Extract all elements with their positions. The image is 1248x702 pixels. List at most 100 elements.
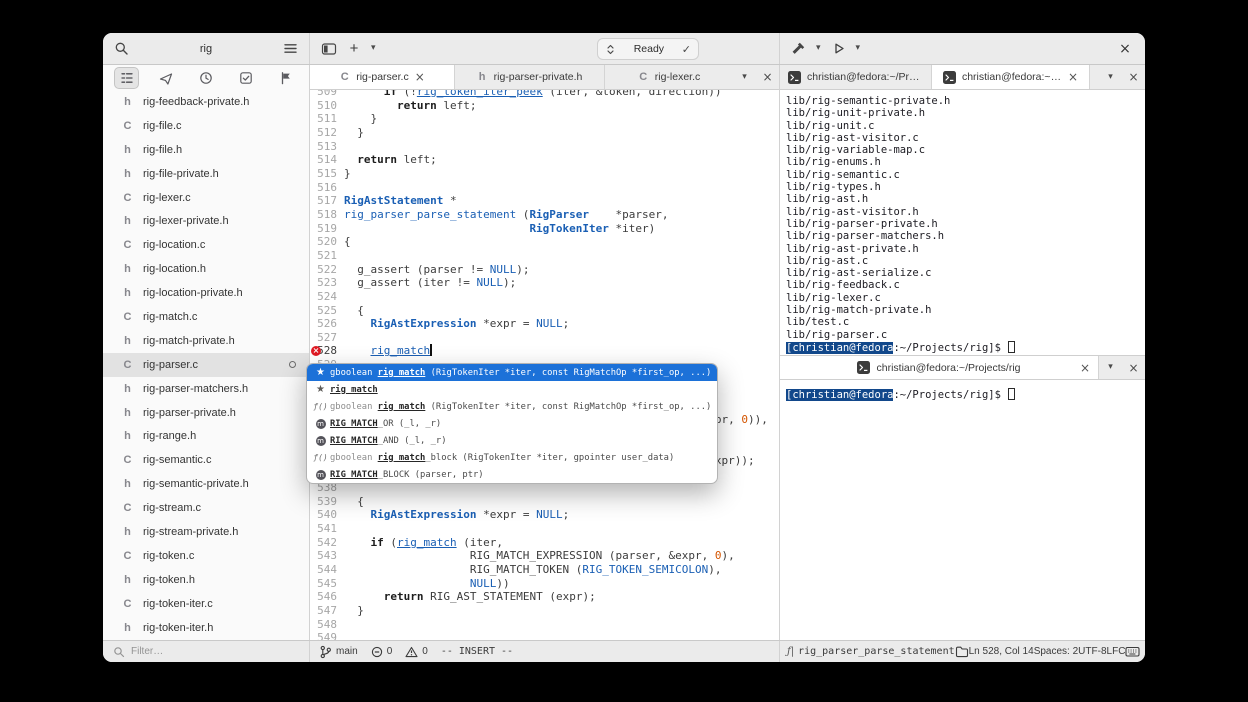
error-counter[interactable]: 0	[371, 646, 392, 658]
code-line[interactable]: 513	[310, 140, 779, 154]
folder-icon[interactable]	[955, 645, 969, 658]
tab-close-icon[interactable]: ×	[1080, 361, 1090, 375]
code-line[interactable]: 519 RigTokenIter *iter)	[310, 222, 779, 236]
search-text[interactable]: rig	[138, 43, 274, 55]
file-item[interactable]: h rig-location.h	[103, 257, 309, 281]
keyboard-icon[interactable]	[1125, 645, 1140, 658]
tab-close-icon[interactable]: ×	[415, 70, 425, 84]
file-item[interactable]: h rig-match-private.h	[103, 329, 309, 353]
file-item[interactable]: h rig-location-private.h	[103, 281, 309, 305]
filter-input[interactable]: Filter…	[103, 641, 310, 662]
terminal-top[interactable]: lib/rig-semantic-private.h lib/rig-unit-p…	[780, 90, 1145, 355]
file-item[interactable]: h rig-file.h	[103, 138, 309, 162]
file-item[interactable]: h rig-parser-private.h	[103, 401, 309, 425]
file-item[interactable]: h rig-parser-matchers.h	[103, 377, 309, 401]
file-item[interactable]: Crig-stream.c	[103, 496, 309, 520]
code-line[interactable]: 539 {	[310, 495, 779, 509]
panel-close-icon[interactable]: ×	[1122, 65, 1145, 89]
warning-counter[interactable]: 0	[405, 646, 428, 658]
code-line[interactable]: 514 return left;	[310, 153, 779, 167]
file-item[interactable]: h rig-semantic-private.h	[103, 472, 309, 496]
tab-list-dropdown-icon[interactable]: ▾	[1099, 356, 1122, 379]
file-item[interactable]: h rig-feedback-private.h	[103, 90, 309, 114]
cursor-position[interactable]: Ln 528, Col 14	[969, 646, 1034, 657]
file-item[interactable]: h rig-file-private.h	[103, 162, 309, 186]
code-line[interactable]: 540 RigAstExpression *expr = NULL;	[310, 508, 779, 522]
build-dropdown-icon[interactable]: ▾	[816, 44, 821, 53]
tests-icon[interactable]	[234, 68, 257, 88]
code-line[interactable]: 541	[310, 522, 779, 536]
completion-item[interactable]: ★ gboolean rig_match (RigTokenIter *iter,…	[307, 364, 717, 381]
code-line[interactable]: 525 {	[310, 304, 779, 318]
code-line[interactable]: 527	[310, 331, 779, 345]
panel-toggle-icon[interactable]	[320, 40, 337, 57]
file-item[interactable]: h rig-token-iter.h	[103, 616, 309, 640]
new-tab-button[interactable]: +	[346, 40, 362, 57]
search-icon[interactable]	[113, 40, 130, 57]
file-item[interactable]: Crig-lexer.c	[103, 186, 309, 210]
code-line[interactable]: 546 return RIG_AST_STATEMENT (expr);	[310, 590, 779, 604]
code-line[interactable]: 522 g_assert (parser != NULL);	[310, 263, 779, 277]
tab-close-icon[interactable]: ×	[1068, 70, 1078, 84]
file-item[interactable]: h rig-range.h	[103, 424, 309, 448]
code-line[interactable]: × 528 rig_match	[310, 344, 779, 358]
run-icon[interactable]	[830, 40, 847, 57]
run-dropdown-icon[interactable]: ▾	[856, 44, 861, 53]
code-line[interactable]: 520 {	[310, 235, 779, 249]
code-line[interactable]: 547 }	[310, 604, 779, 618]
indentation-setting[interactable]: Spaces: 2	[1034, 646, 1078, 657]
line-ending-setting[interactable]: LF	[1107, 646, 1119, 657]
completion-item[interactable]: ★ rig_match	[307, 381, 717, 398]
code-line[interactable]: 542 if (rig_match (iter,	[310, 536, 779, 550]
project-tree-icon[interactable]	[115, 67, 138, 88]
file-item[interactable]: h rig-token.h	[103, 568, 309, 592]
code-line[interactable]: 524	[310, 290, 779, 304]
code-line[interactable]: 515}	[310, 167, 779, 181]
frame-close-icon[interactable]: ×	[756, 65, 779, 89]
tab-rig-parser-private-h[interactable]: h rig-parser-private.h	[455, 65, 605, 89]
tab-list-dropdown-icon[interactable]: ▾	[733, 65, 756, 89]
file-item[interactable]: Crig-file.c	[103, 114, 309, 138]
code-line[interactable]: 509 if (!rig_token_iter_peek (iter, &tok…	[310, 90, 779, 99]
completion-item[interactable]: m RIG_MATCH _BLOCK (parser, ptr)	[307, 466, 717, 483]
code-line[interactable]: 512 }	[310, 126, 779, 140]
code-line[interactable]: 517 RigAstStatement *	[310, 194, 779, 208]
code-line[interactable]: 518 rig_parser_parse_statement (RigParser…	[310, 208, 779, 222]
file-item[interactable]: h rig-stream-private.h	[103, 520, 309, 544]
completion-item[interactable]: m RIG_MATCH _OR (_l, _r)	[307, 415, 717, 432]
code-line[interactable]: 543 RIG_MATCH_EXPRESSION (parser, &expr,…	[310, 549, 779, 563]
tab-rig-parser-c[interactable]: C rig-parser.c ×	[310, 65, 455, 89]
file-item[interactable]: Crig-location.c	[103, 233, 309, 257]
encoding-setting[interactable]: UTF-8	[1078, 646, 1106, 657]
code-line[interactable]: 516	[310, 181, 779, 195]
code-line[interactable]: 544 RIG_MATCH_TOKEN (RIG_TOKEN_SEMICOLON…	[310, 563, 779, 577]
tab-rig-lexer-c[interactable]: C rig-lexer.c	[605, 65, 733, 89]
file-item[interactable]: Crig-parser.c	[103, 352, 309, 377]
file-item[interactable]: Crig-match.c	[103, 305, 309, 329]
code-line[interactable]: 523 g_assert (iter != NULL);	[310, 276, 779, 290]
build-icon[interactable]	[790, 40, 807, 57]
history-icon[interactable]	[195, 68, 218, 88]
completion-item[interactable]: m RIG_MATCH _AND (_l, _r)	[307, 432, 717, 449]
file-item[interactable]: Crig-token.c	[103, 544, 309, 568]
code-line[interactable]: 521	[310, 249, 779, 263]
code-line[interactable]: 526 RigAstExpression *expr = NULL;	[310, 317, 779, 331]
window-close-button[interactable]: ×	[1115, 39, 1135, 59]
panel-close-icon[interactable]: ×	[1122, 356, 1145, 379]
file-item[interactable]: Crig-token-iter.c	[103, 592, 309, 616]
code-line[interactable]: 510 return left;	[310, 99, 779, 113]
completion-item[interactable]: ƒ() gboolean rig_match _block (RigTokenIte…	[307, 449, 717, 466]
code-line[interactable]: 548	[310, 618, 779, 632]
terminal-bottom[interactable]: [christian@fedora:~/Projects/rig]$	[780, 380, 1145, 640]
new-tab-dropdown-icon[interactable]: ▾	[371, 44, 376, 53]
todo-flag-icon[interactable]	[274, 68, 297, 88]
file-item[interactable]: h rig-lexer-private.h	[103, 209, 309, 233]
rocket-icon[interactable]	[155, 68, 178, 88]
tab-list-dropdown-icon[interactable]: ▾	[1099, 65, 1122, 89]
terminal-tab-1[interactable]: christian@fedora:~/Projects/rig	[780, 65, 932, 89]
omnibar[interactable]: Ready ✓	[597, 38, 699, 60]
code-line[interactable]: 549	[310, 631, 779, 640]
completion-item[interactable]: ƒ() gboolean rig_match (RigTokenIter *ite…	[307, 398, 717, 415]
terminal-tab-2[interactable]: christian@fedora:~/Projects/rig ×	[932, 65, 1090, 89]
branch-indicator[interactable]: main	[319, 645, 358, 659]
